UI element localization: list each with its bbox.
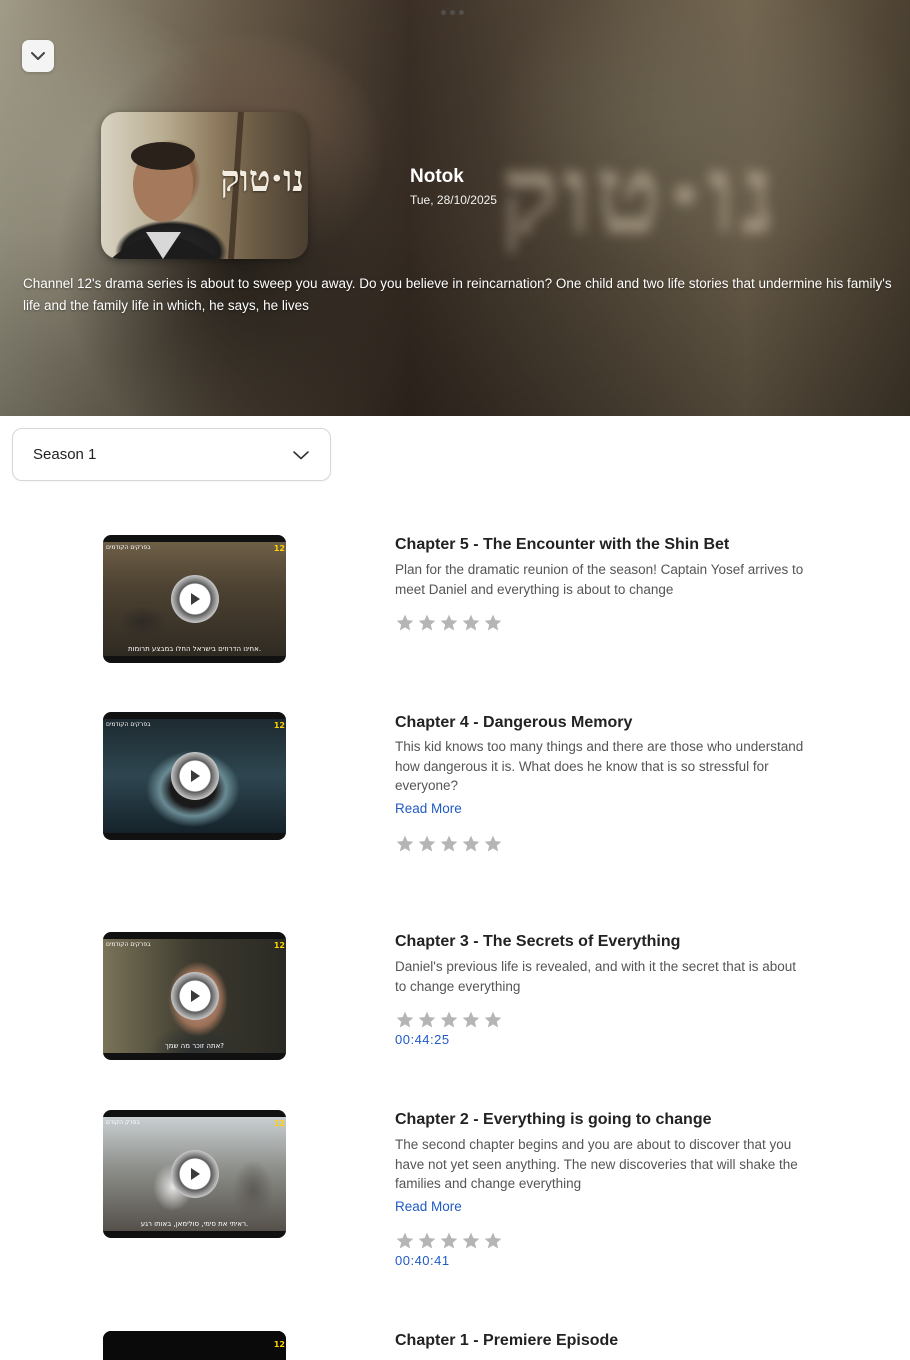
episode-title[interactable]: Chapter 2 - Everything is going to chang… — [395, 1111, 711, 1129]
episode-title[interactable]: Chapter 3 - The Secrets of Everything — [395, 933, 680, 951]
show-title: Notok — [410, 166, 464, 187]
star-icon[interactable] — [439, 834, 459, 854]
star-icon[interactable] — [461, 613, 481, 633]
star-icon[interactable] — [395, 1010, 415, 1030]
episode-duration: 00:44:25 — [395, 1032, 450, 1047]
star-icon[interactable] — [395, 834, 415, 854]
star-icon[interactable] — [461, 834, 481, 854]
star-icon[interactable] — [483, 1010, 503, 1030]
episode-description: This kid knows too many things and there… — [395, 739, 804, 793]
star-icon[interactable] — [461, 1010, 481, 1030]
star-icon[interactable] — [439, 1010, 459, 1030]
channel-logo: 12 — [273, 1119, 285, 1128]
star-icon[interactable] — [483, 834, 503, 854]
collapse-button[interactable] — [22, 40, 54, 72]
read-more-link[interactable]: Read More — [395, 1199, 462, 1214]
rating-stars[interactable] — [395, 834, 503, 854]
show-description: Channel 12's drama series is about to sw… — [23, 276, 892, 313]
thumbnail-subtitle: ראיתי את סימי, סולימאן, באותו רגע. — [140, 1220, 249, 1228]
hero-background-title: נו·טוק — [500, 130, 780, 259]
star-icon[interactable] — [395, 1231, 415, 1251]
thumbnail-tag: בפרקים הקודמים — [106, 544, 151, 551]
episode-thumbnail[interactable]: 12 — [103, 1331, 286, 1360]
play-icon — [191, 593, 200, 605]
episode-thumbnail[interactable]: בפרקים הקודמים 12 אתה זוכר מה שמך? — [103, 932, 286, 1060]
play-button[interactable] — [171, 752, 219, 800]
play-button[interactable] — [171, 972, 219, 1020]
show-date: Tue, 28/10/2025 — [410, 193, 497, 207]
episode-description: Daniel's previous life is revealed, and … — [395, 959, 797, 994]
channel-logo: 12 — [273, 1340, 285, 1349]
show-poster: נו·טוק — [101, 112, 308, 259]
star-icon[interactable] — [439, 1231, 459, 1251]
show-hero: נו·טוק נו·טוק Notok Tue, 28/10/2025 Chan… — [0, 0, 910, 416]
episode-title[interactable]: Chapter 5 - The Encounter with the Shin … — [395, 536, 729, 554]
thumbnail-tag: בפרק הקודם — [106, 1119, 140, 1126]
star-icon[interactable] — [417, 1231, 437, 1251]
channel-logo: 12 — [273, 941, 285, 950]
play-button[interactable] — [171, 1150, 219, 1198]
thumbnail-image — [103, 1331, 286, 1360]
episode-thumbnail[interactable]: בפרקים הקודמים 12 אחינו הדרוזים בישראל ה… — [103, 535, 286, 663]
episode-description: Plan for the dramatic reunion of the sea… — [395, 562, 804, 597]
star-icon[interactable] — [439, 613, 459, 633]
rating-stars[interactable] — [395, 1231, 503, 1251]
star-icon[interactable] — [395, 613, 415, 633]
star-icon[interactable] — [417, 613, 437, 633]
chevron-down-icon — [31, 52, 45, 60]
episode-thumbnail[interactable]: בפרק הקודם 12 ראיתי את סימי, סולימאן, בא… — [103, 1110, 286, 1238]
star-icon[interactable] — [417, 1010, 437, 1030]
chevron-down-icon — [293, 450, 309, 459]
thumbnail-subtitle: אחינו הדרוזים בישראל החלו במבצע תרומות. — [127, 645, 262, 653]
read-more-link[interactable]: Read More — [395, 801, 462, 816]
thumbnail-tag: בפרקים הקודמים — [106, 941, 151, 948]
star-icon[interactable] — [461, 1231, 481, 1251]
episode-thumbnail[interactable]: בפרקים הקודמים 12 — [103, 712, 286, 840]
episode-description: The second chapter begins and you are ab… — [395, 1137, 798, 1191]
play-icon — [191, 990, 200, 1002]
episode-title[interactable]: Chapter 1 - Premiere Episode — [395, 1332, 618, 1350]
episode-title[interactable]: Chapter 4 - Dangerous Memory — [395, 714, 632, 732]
more-dots-icon[interactable] — [441, 10, 464, 15]
play-button[interactable] — [171, 575, 219, 623]
channel-logo: 12 — [273, 544, 285, 553]
play-icon — [191, 770, 200, 782]
play-icon — [191, 1168, 200, 1180]
thumbnail-subtitle: אתה זוכר מה שמך? — [164, 1042, 225, 1050]
season-dropdown[interactable]: Season 1 — [12, 428, 331, 481]
episode-duration: 00:40:41 — [395, 1253, 450, 1268]
channel-logo: 12 — [273, 721, 285, 730]
star-icon[interactable] — [483, 1231, 503, 1251]
star-icon[interactable] — [417, 834, 437, 854]
rating-stars[interactable] — [395, 1010, 503, 1030]
thumbnail-tag: בפרקים הקודמים — [106, 721, 151, 728]
poster-logo: נו·טוק — [220, 158, 304, 200]
star-icon[interactable] — [483, 613, 503, 633]
season-selected-label: Season 1 — [33, 446, 97, 463]
rating-stars[interactable] — [395, 613, 503, 633]
